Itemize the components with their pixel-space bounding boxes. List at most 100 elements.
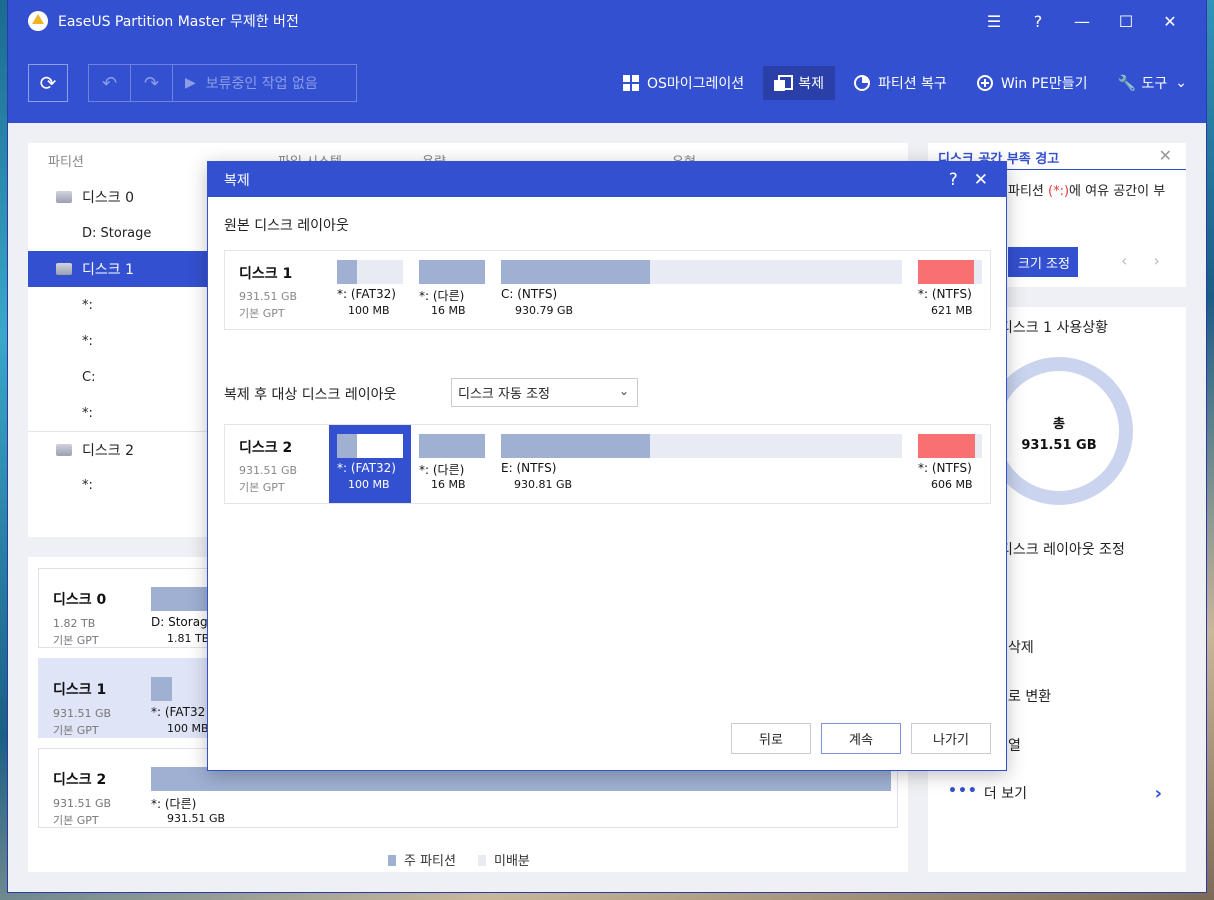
warning-text-post: 에 여유 공간이 부 xyxy=(1069,184,1166,199)
app-logo-icon xyxy=(28,11,48,31)
pending-operations-bar: ↶ ↷ ▶ 보류중인 작업 없음 xyxy=(88,64,357,102)
action-convert[interactable]: 로 변환 xyxy=(1008,686,1051,706)
winpe-button[interactable]: Win PE만들기 xyxy=(966,66,1099,100)
partition-track xyxy=(918,260,982,284)
warning-text-pre: 파티션 xyxy=(1008,184,1049,199)
partition-label: *: (다른) xyxy=(419,463,465,477)
target-partition[interactable]: *: (NTFS) 606 MB xyxy=(910,425,990,503)
disk-size: 931.51 GB xyxy=(239,464,298,477)
exit-button[interactable]: 나가기 xyxy=(911,723,991,754)
action-adjust-layout[interactable]: 디스크 레이아웃 조정 xyxy=(1000,539,1125,559)
clone-button[interactable]: 복제 xyxy=(763,66,835,100)
menu-icon[interactable]: ☰ xyxy=(972,12,1016,31)
undo-button[interactable]: ↶ xyxy=(89,65,131,101)
close-button[interactable]: ✕ xyxy=(1148,12,1192,31)
app-title: EaseUS Partition Master 무제한 버전 xyxy=(58,14,299,30)
partition-track xyxy=(501,260,902,284)
disk-type: 기본 GPT xyxy=(53,814,99,827)
dialog-title: 복제 xyxy=(224,172,250,189)
warning-text-red: (*:) xyxy=(1048,184,1070,199)
target-partition[interactable]: E: (NTFS) 930.81 GB xyxy=(493,425,910,503)
redo-button[interactable]: ↷ xyxy=(131,65,173,101)
partition-size: 100 MB xyxy=(348,304,390,317)
os-migration-button[interactable]: OS마이그레이션 xyxy=(612,66,755,100)
dialog-title-bar: 복제 ? ✕ xyxy=(208,162,1006,197)
partition-size: 16 MB xyxy=(431,304,466,317)
disk-type: 기본 GPT xyxy=(239,481,285,494)
action-delete[interactable]: 삭제 xyxy=(1008,637,1034,657)
chevron-down-icon: ⌄ xyxy=(1175,75,1187,91)
legend-unallocated: 미배분 xyxy=(477,850,530,869)
target-disk-layout: 디스크 2 931.51 GB 기본 GPT *: (FAT32) 100 MB… xyxy=(224,424,991,504)
maximize-button[interactable]: ☐ xyxy=(1104,12,1148,31)
tools-button[interactable]: 🔧 도구 ⌄ xyxy=(1107,66,1199,100)
partition-label: *: (FAT32 xyxy=(151,705,206,719)
partition-size: 100 MB xyxy=(167,722,209,735)
col-partition[interactable]: 파티션 xyxy=(48,151,84,170)
warning-pager: ‹ › xyxy=(1121,251,1160,270)
tree-row-label: *: xyxy=(82,405,93,421)
partition-track xyxy=(337,434,403,458)
partition-size: 621 MB xyxy=(931,304,973,317)
tree-row-label: *: xyxy=(82,477,93,493)
usage-total-label: 총 xyxy=(1053,417,1065,432)
help-icon[interactable]: ? xyxy=(1016,12,1060,31)
disk-type: 기본 GPT xyxy=(239,307,285,320)
toolbar: ⟳ ↶ ↷ ▶ 보류중인 작업 없음 OS마이그레이션 복제 파티션 복구 Wi… xyxy=(8,42,1206,123)
disk-name: 디스크 2 xyxy=(239,440,293,456)
target-heading: 복제 후 대상 디스크 레이아웃 xyxy=(224,387,397,403)
target-partition-selected[interactable]: *: (FAT32) 100 MB xyxy=(329,425,411,503)
source-heading: 원본 디스크 레이아웃 xyxy=(224,218,349,234)
chevron-left-icon[interactable]: ‹ xyxy=(1121,251,1127,270)
partition-size: 16 MB xyxy=(431,478,466,491)
legend-swatch xyxy=(477,855,486,866)
partition-track xyxy=(419,260,485,284)
disk-name: 디스크 0 xyxy=(53,592,107,608)
partition-label: E: (NTFS) xyxy=(501,461,557,475)
continue-button[interactable]: 계속 xyxy=(821,723,901,754)
minimize-button[interactable]: — xyxy=(1060,12,1104,31)
resize-button[interactable]: 크기 조정 xyxy=(1008,247,1078,277)
legend: 주 파티션 미배분 xyxy=(388,850,530,869)
disk-size: 1.82 TB xyxy=(53,617,96,630)
usage-title: 디스크 1 사용상황 xyxy=(1000,320,1108,336)
partition-recovery-button[interactable]: 파티션 복구 xyxy=(843,66,958,100)
disk-name: 디스크 1 xyxy=(239,266,293,282)
play-icon[interactable]: ▶ xyxy=(185,75,196,91)
partition-size: 100 MB xyxy=(348,478,390,491)
close-icon[interactable]: ✕ xyxy=(1159,146,1172,165)
winpe-label: Win PE만들기 xyxy=(1000,76,1088,92)
partition-label: *: (다른) xyxy=(419,289,465,303)
more-button[interactable]: ••• 더 보기 xyxy=(948,783,1027,803)
partition-size: 931.51 GB xyxy=(167,812,226,825)
source-disk-layout: 디스크 1 931.51 GB 기본 GPT *: (FAT32) 100 MB… xyxy=(224,250,991,330)
refresh-button[interactable]: ⟳ xyxy=(28,64,68,102)
disk-type: 기본 GPT xyxy=(53,634,99,647)
os-migration-label: OS마이그레이션 xyxy=(647,76,745,92)
chevron-right-icon[interactable]: › xyxy=(1153,251,1159,270)
action-other[interactable]: 열 xyxy=(1008,735,1021,755)
usage-total: 총 931.51 GB xyxy=(995,413,1123,453)
clone-label: 복제 xyxy=(798,76,824,92)
back-button[interactable]: 뒤로 xyxy=(731,723,811,754)
disk-name: 디스크 1 xyxy=(53,682,107,698)
disk-name: 디스크 2 xyxy=(53,772,107,788)
partition-fill xyxy=(501,434,650,458)
tree-row-label: 디스크 2 xyxy=(82,442,134,459)
partition-label: *: (NTFS) xyxy=(918,287,972,301)
dots-icon: ••• xyxy=(948,783,978,799)
legend-label: 미배분 xyxy=(493,854,530,869)
plus-circle-icon xyxy=(976,75,993,91)
help-icon[interactable]: ? xyxy=(949,170,958,190)
partition-track xyxy=(337,260,403,284)
disk-type: 기본 GPT xyxy=(53,724,99,737)
partition-size: 1.81 TB xyxy=(167,632,210,645)
toolbar-menu: OS마이그레이션 복제 파티션 복구 Win PE만들기 🔧 도구 ⌄ xyxy=(612,64,1206,102)
close-icon[interactable]: ✕ xyxy=(974,170,988,190)
partition-bar[interactable] xyxy=(151,677,172,701)
layout-mode-select[interactable]: 디스크 자동 조정 ⌄ xyxy=(451,378,638,407)
windows-icon xyxy=(623,75,639,91)
chevron-right-icon[interactable]: › xyxy=(1155,783,1162,804)
target-partition[interactable]: *: (다른) 16 MB xyxy=(411,425,493,503)
wrench-icon: 🔧 xyxy=(1117,74,1137,92)
